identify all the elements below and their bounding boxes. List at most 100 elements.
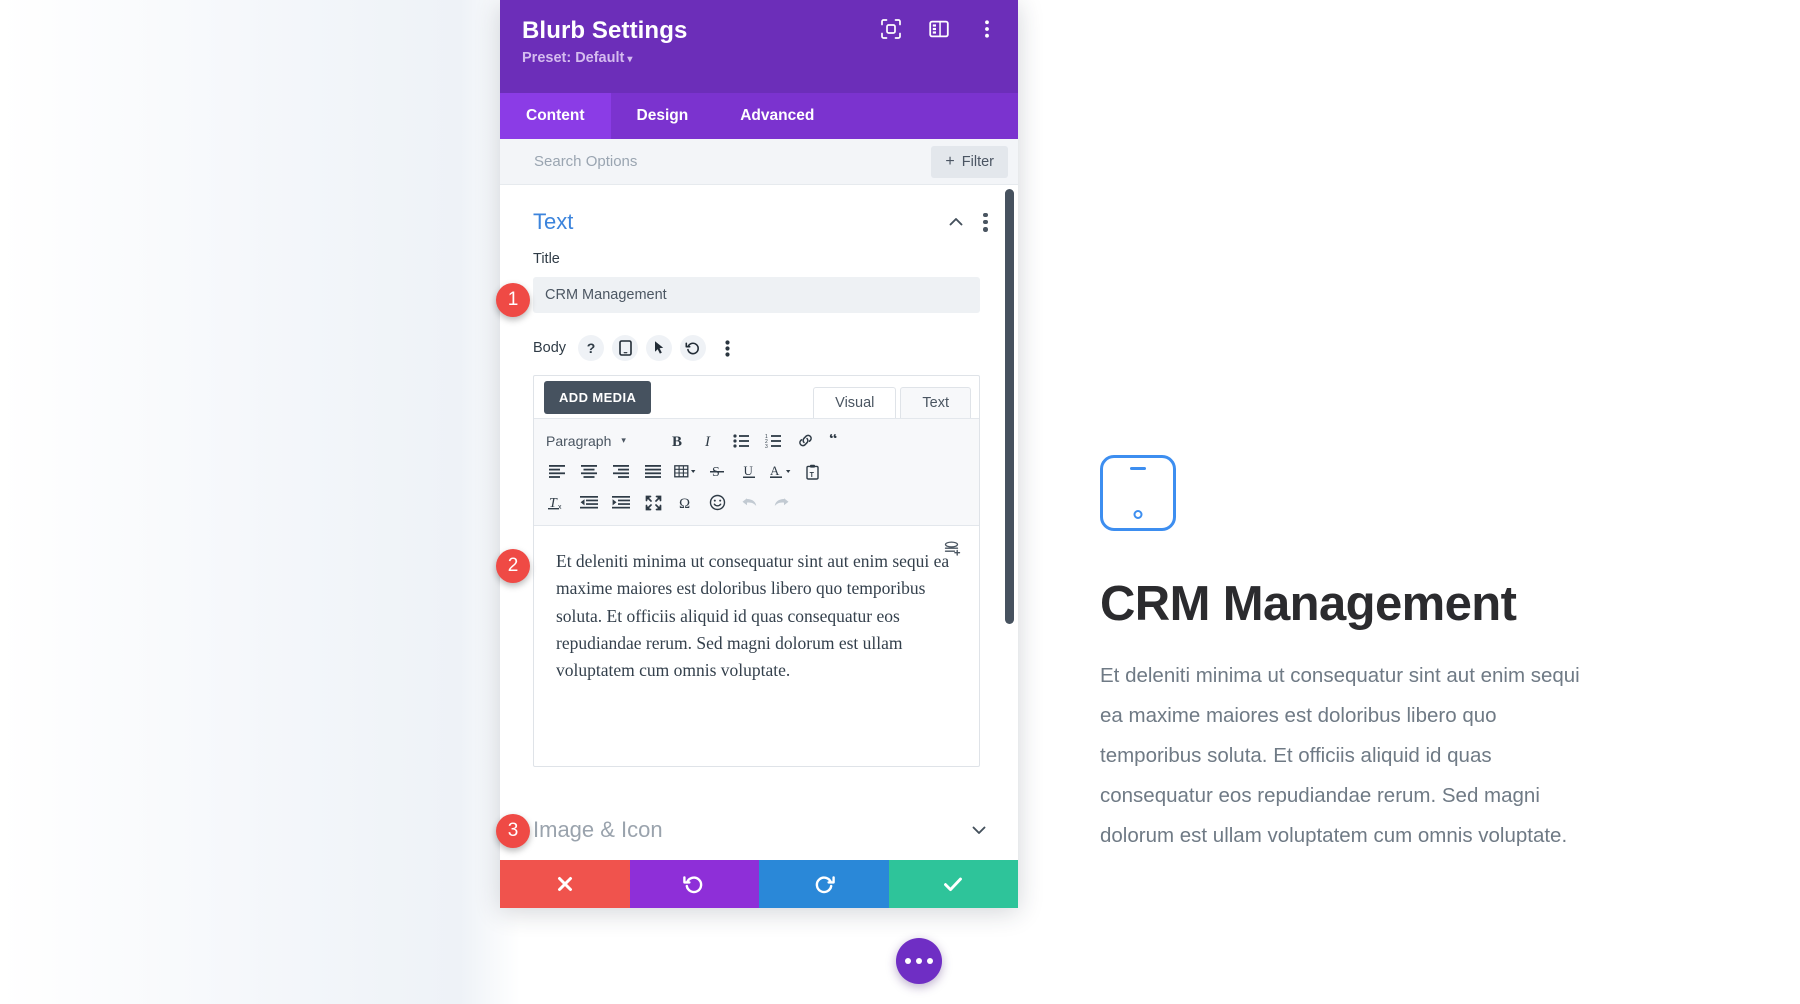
tablet-home-button: [1133, 510, 1143, 519]
reset-icon[interactable]: [680, 335, 707, 361]
preset-selector[interactable]: Preset: Default ▾: [522, 50, 996, 66]
svg-text:Ω: Ω: [679, 496, 690, 511]
special-character-icon[interactable]: Ω: [670, 488, 700, 517]
underline-icon[interactable]: U: [734, 457, 764, 486]
tablet-icon: [1100, 455, 1176, 531]
bulleted-list-icon[interactable]: [726, 426, 756, 455]
numbered-list-icon[interactable]: 123: [758, 426, 788, 455]
layout-toggle-icon[interactable]: [928, 18, 950, 40]
align-justify-icon[interactable]: [638, 457, 668, 486]
more-options-icon[interactable]: [976, 18, 998, 40]
search-row: + Filter: [500, 139, 1018, 185]
discard-button[interactable]: [500, 860, 630, 908]
title-field-group: Title: [500, 251, 1018, 313]
chevron-up-icon[interactable]: [947, 213, 965, 231]
tablet-speaker: [1130, 467, 1146, 470]
blockquote-icon[interactable]: “: [822, 426, 852, 455]
modal-header: Blurb Settings Preset: Default ▾: [500, 0, 1018, 93]
section-title-text: Text: [533, 209, 574, 234]
title-field-label: Title: [533, 251, 560, 267]
svg-text:B: B: [672, 434, 682, 449]
svg-text:A: A: [770, 464, 780, 478]
strikethrough-icon[interactable]: S: [702, 457, 732, 486]
body-kebab-icon[interactable]: [714, 335, 740, 361]
editor-content-area[interactable]: Et deleniti minima ut consequatur sint a…: [534, 526, 979, 766]
svg-text:“: “: [829, 434, 838, 448]
svg-text:x: x: [558, 504, 562, 511]
emoji-icon[interactable]: [702, 488, 732, 517]
table-icon[interactable]: [670, 457, 700, 486]
fullscreen-icon[interactable]: [880, 18, 902, 40]
editor-body-text: Et deleniti minima ut consequatur sint a…: [556, 551, 950, 681]
filter-button[interactable]: + Filter: [931, 145, 1008, 178]
tab-advanced[interactable]: Advanced: [714, 93, 840, 139]
step-badge-2: 2: [496, 549, 530, 583]
preview-body: Et deleniti minima ut consequatur sint a…: [1100, 663, 1580, 847]
align-center-icon[interactable]: [574, 457, 604, 486]
section-header-text[interactable]: Text: [500, 185, 1018, 251]
title-input[interactable]: [533, 277, 980, 313]
page-settings-fab[interactable]: [896, 938, 942, 984]
editor-mode-tabs: Visual Text: [813, 387, 971, 418]
fab-dot: [905, 958, 911, 964]
responsive-icon[interactable]: [612, 335, 639, 361]
paste-as-text-icon[interactable]: T: [798, 457, 828, 486]
svg-text:T: T: [810, 472, 815, 479]
svg-text:I: I: [704, 434, 711, 449]
hover-pointer-icon[interactable]: [646, 335, 673, 361]
indent-icon[interactable]: [606, 488, 636, 517]
plus-icon: +: [945, 152, 955, 170]
chevron-down-icon[interactable]: [970, 821, 988, 839]
fab-dot: [916, 958, 922, 964]
options-scrollpane: Text Title Body ?: [500, 185, 1018, 860]
modal-scroll-body: Text Title Body ?: [500, 185, 1018, 860]
tab-visual[interactable]: Visual: [813, 387, 897, 418]
svg-text:3: 3: [765, 444, 768, 448]
bold-icon[interactable]: B: [662, 426, 692, 455]
section-kebab-icon[interactable]: [983, 212, 988, 232]
undo-button[interactable]: [629, 860, 759, 908]
chevron-down-icon: ▾: [627, 54, 633, 65]
text-color-icon[interactable]: A: [766, 457, 796, 486]
section-header-image-icon[interactable]: Image & Icon: [500, 789, 1018, 860]
chevron-down-icon: ▾: [621, 435, 626, 445]
fullscreen-editor-icon[interactable]: [638, 488, 668, 517]
toolbar-row-1: Paragraph ▾ B I 123 “: [542, 425, 971, 456]
section-actions-image-icon: [970, 821, 988, 839]
add-media-button[interactable]: ADD MEDIA: [544, 381, 652, 414]
outdent-icon[interactable]: [574, 488, 604, 517]
blurb-preview: CRM Management Et deleniti minima ut con…: [1100, 455, 1600, 856]
step-badge-3: 3: [496, 814, 530, 848]
format-select[interactable]: Paragraph ▾: [542, 433, 660, 449]
panel-scrollbar[interactable]: [1005, 189, 1014, 624]
help-icon[interactable]: ?: [578, 335, 605, 361]
preview-title: CRM Management: [1100, 577, 1517, 631]
format-select-value: Paragraph: [546, 432, 612, 449]
dynamic-content-icon[interactable]: [943, 540, 963, 560]
clear-formatting-icon[interactable]: Tx: [542, 488, 572, 517]
redo-icon[interactable]: [766, 488, 796, 517]
editor-toolbar: Paragraph ▾ B I 123 “ U A T T x Ω: [534, 418, 979, 526]
align-right-icon[interactable]: [606, 457, 636, 486]
tab-design[interactable]: Design: [611, 93, 715, 139]
step-badge-1: 1: [496, 283, 530, 317]
undo-icon[interactable]: [734, 488, 764, 517]
save-button[interactable]: [888, 860, 1018, 908]
search-input[interactable]: [532, 152, 932, 171]
toolbar-row-2: S U A T: [542, 456, 971, 487]
header-icon-group: [880, 18, 998, 40]
svg-text:U: U: [744, 464, 754, 478]
tab-text[interactable]: Text: [900, 387, 971, 418]
redo-button[interactable]: [759, 860, 889, 908]
body-field-label: Body: [533, 340, 567, 356]
align-left-icon[interactable]: [542, 457, 572, 486]
link-icon[interactable]: [790, 426, 820, 455]
modal-action-bar: [500, 860, 1018, 908]
italic-icon[interactable]: I: [694, 426, 724, 455]
modal-tabs: Content Design Advanced: [500, 93, 1018, 139]
blurb-settings-modal: Blurb Settings Preset: Default ▾ Content…: [500, 0, 1018, 908]
filter-label: Filter: [961, 153, 994, 170]
tab-content[interactable]: Content: [500, 93, 611, 139]
section-title-image-icon: Image & Icon: [533, 817, 663, 842]
body-field-label-row: Body ?: [500, 313, 1018, 369]
